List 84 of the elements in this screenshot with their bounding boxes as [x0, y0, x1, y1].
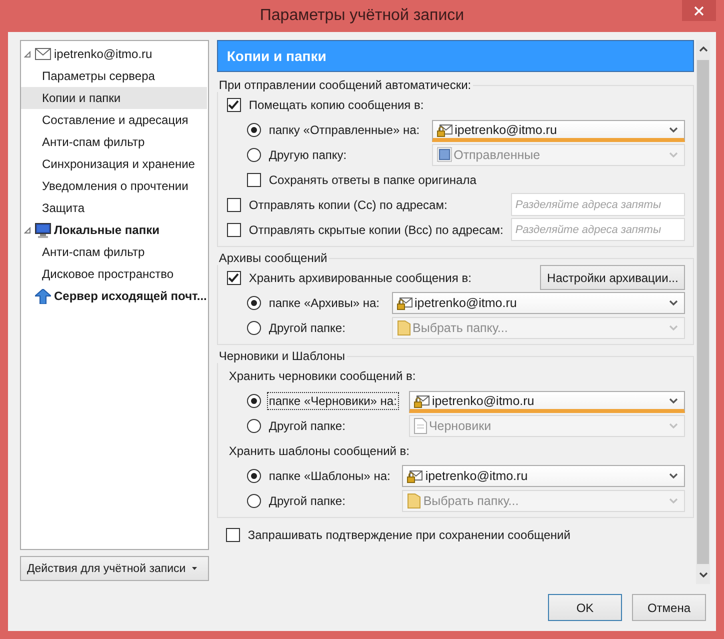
- tree-item[interactable]: Параметры сервера: [21, 65, 207, 87]
- chevron-down-icon: [669, 152, 678, 158]
- tree-item[interactable]: ipetrenko@itmo.ru: [21, 43, 207, 65]
- group-label: Хранить черновики сообщений в:: [228, 368, 417, 384]
- document-icon: [414, 418, 427, 434]
- radio-button[interactable]: [246, 418, 261, 432]
- tree-item[interactable]: Копии и папки: [21, 87, 207, 109]
- checkbox[interactable]: [226, 270, 241, 284]
- chevron-down-icon: [669, 300, 678, 306]
- radio-label: папке «Шаблоны» на:: [268, 468, 392, 484]
- locked-envelope-icon: [436, 122, 453, 136]
- folder-dropdown[interactable]: ipetrenko@itmo.ru: [408, 391, 686, 413]
- tree-item[interactable]: Анти-спам фильтр: [21, 241, 207, 263]
- envelope-icon: [35, 48, 51, 60]
- folder-dropdown[interactable]: ipetrenko@itmo.ru: [402, 464, 686, 486]
- account-actions-button[interactable]: Действия для учётной записи: [20, 556, 209, 581]
- checkbox[interactable]: [226, 198, 241, 212]
- folder-dropdown[interactable]: ipetrenko@itmo.ru: [432, 120, 686, 142]
- radio-label: папке «Черновики» на:: [266, 392, 399, 410]
- chevron-down-icon: [669, 398, 678, 404]
- checkbox-label: Хранить архивированные сообщения в:: [248, 270, 472, 286]
- upload-arrow-icon: [35, 288, 51, 304]
- checkbox[interactable]: [226, 528, 240, 542]
- folder-icon: [396, 320, 410, 336]
- checkbox-label: Запрашивать подтверждение при сохранении сообщений: [246, 526, 572, 544]
- radio-button[interactable]: [246, 494, 261, 508]
- radio-button[interactable]: [246, 122, 261, 136]
- tree-item[interactable]: Защита: [21, 197, 207, 219]
- radio-button[interactable]: [246, 394, 261, 408]
- dialog-button[interactable]: Отмена: [632, 594, 706, 621]
- group-title: Черновики и Шаблоны: [216, 349, 347, 363]
- address-field[interactable]: Разделяйте адреса запяты: [511, 193, 686, 216]
- address-field[interactable]: Разделяйте адреса запяты: [511, 218, 686, 241]
- radio-label: Другую папку:: [268, 146, 348, 164]
- tree-item[interactable]: Дисковое пространство: [21, 263, 207, 285]
- checkbox[interactable]: [226, 222, 241, 236]
- monitor-icon: [35, 222, 51, 238]
- locked-envelope-icon: [414, 394, 430, 408]
- radio-button[interactable]: [246, 468, 261, 482]
- chevron-down-icon: [669, 126, 678, 132]
- dropdown-triangle-icon: [192, 567, 197, 570]
- square-folder-icon: [436, 147, 452, 162]
- checkbox-label: Отправлять скрытые копии (Bcc) по адресам:: [248, 222, 504, 238]
- group-title: Архивы сообщений: [216, 251, 330, 265]
- scroll-down-icon[interactable]: [698, 572, 708, 578]
- page-heading: Копии и папки: [216, 40, 694, 72]
- expanded-triangle-icon[interactable]: [24, 226, 32, 234]
- radio-label: Другой папке:: [268, 418, 346, 434]
- tree-item[interactable]: Сервер исходящей почт...: [21, 285, 207, 307]
- checkbox[interactable]: [226, 98, 241, 112]
- radio-label: Другой папке:: [268, 492, 346, 510]
- radio-label: папке «Архивы» на:: [268, 294, 380, 312]
- tree-item[interactable]: Синхронизация и хранение: [21, 153, 207, 175]
- chevron-down-icon: [669, 498, 678, 504]
- radio-label: папку «Отправленные» на:: [268, 122, 421, 138]
- archive-settings-button[interactable]: Настройки архивации...: [540, 265, 686, 290]
- tree-item[interactable]: Анти-спам фильтр: [21, 131, 207, 153]
- tree-item[interactable]: Локальные папки: [21, 219, 207, 241]
- scrollbar[interactable]: [696, 40, 710, 584]
- locked-envelope-icon: [407, 468, 424, 482]
- radio-label: Другой папке:: [268, 320, 346, 336]
- checkbox[interactable]: [246, 172, 261, 186]
- chevron-down-icon: [669, 472, 678, 478]
- chevron-down-icon: [669, 422, 678, 428]
- group-label: Хранить шаблоны сообщений в:: [228, 442, 411, 460]
- chevron-down-icon: [669, 324, 678, 330]
- checkbox-label: Сохранять ответы в папке оригинала: [268, 172, 478, 188]
- scroll-up-icon[interactable]: [698, 46, 708, 52]
- close-button[interactable]: [682, 0, 716, 21]
- locked-envelope-icon: [396, 296, 412, 310]
- folder-dropdown[interactable]: ipetrenko@itmo.ru: [392, 292, 686, 314]
- close-icon: [694, 6, 704, 16]
- radio-button[interactable]: [246, 296, 261, 310]
- tree-item[interactable]: Составление и адресация: [21, 109, 207, 131]
- radio-button[interactable]: [246, 320, 261, 334]
- expanded-triangle-icon[interactable]: [24, 50, 32, 58]
- tree-item[interactable]: Уведомления о прочтении: [21, 175, 207, 197]
- folder-icon: [407, 492, 422, 508]
- checkbox-label: Отправлять копии (Cc) по адресам:: [248, 196, 448, 214]
- window-title: Параметры учётной записи: [260, 7, 464, 25]
- dialog-button[interactable]: OK: [548, 594, 622, 621]
- radio-button[interactable]: [246, 148, 261, 162]
- scrollbar-thumb[interactable]: [697, 60, 710, 564]
- checkbox-label: Помещать копию сообщения в:: [248, 96, 425, 114]
